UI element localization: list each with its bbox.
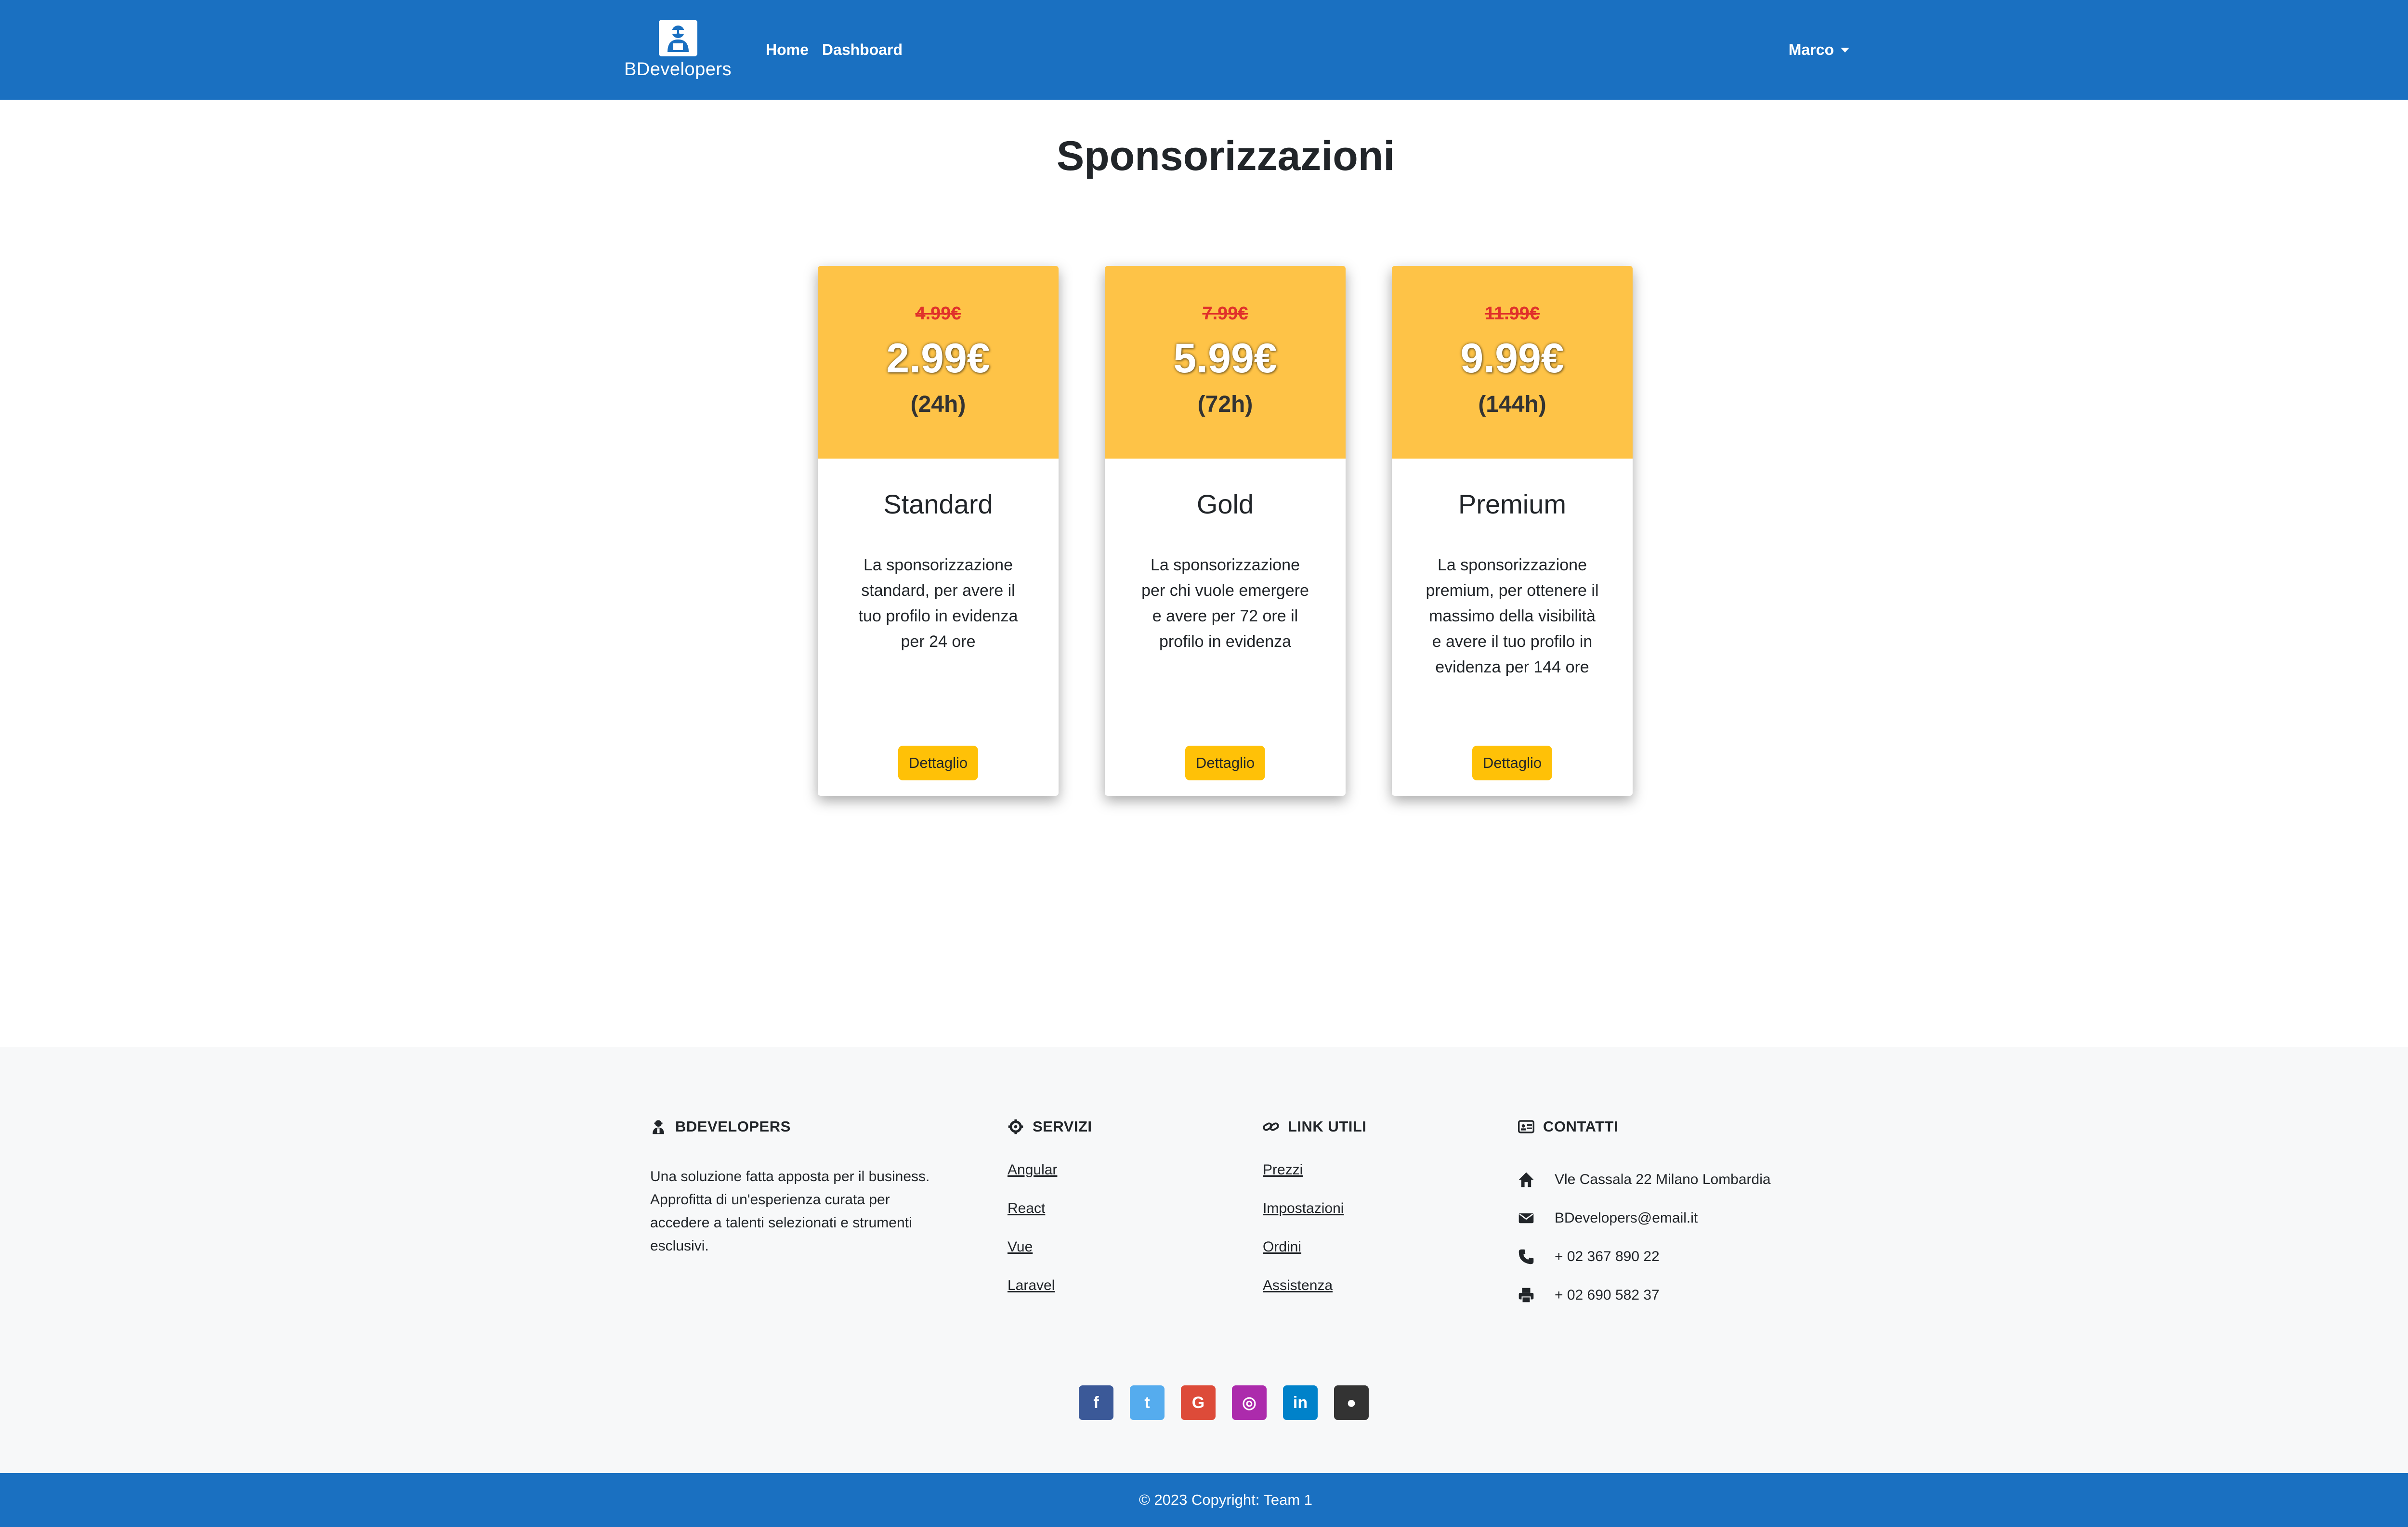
footer-services-title: SERVIZI	[1033, 1118, 1092, 1135]
footer-link-react[interactable]: React	[1008, 1199, 1092, 1237]
user-name: Marco	[1788, 41, 1834, 58]
footer: BDEVELOPERS Una soluzione fatta apposta …	[0, 1047, 2408, 1473]
plan-price-header: 7.99€ 5.99€ (72h)	[1105, 266, 1346, 459]
plan-body: Standard La sponsorizzazione standard, p…	[818, 459, 1059, 796]
plan-name: Gold	[1196, 489, 1254, 519]
user-secret-icon	[653, 1120, 664, 1134]
plan-price-header: 4.99€ 2.99€ (24h)	[818, 266, 1059, 459]
footer-contacts: CONTATTI Vle Cassala 22 Milano Lombardia…	[1518, 1118, 1771, 1315]
nav-home[interactable]: Home	[766, 41, 809, 59]
contact-email-text: BDevelopers@email.it	[1555, 1210, 1698, 1226]
plan-duration: (144h)	[1478, 392, 1546, 417]
social-buttons: f t G ◎ in ●	[1079, 1385, 1369, 1420]
plan-name: Premium	[1458, 489, 1567, 519]
current-price: 9.99€	[1460, 335, 1564, 382]
nav-dashboard[interactable]: Dashboard	[822, 41, 903, 59]
plan-description: La sponsorizzazione per chi vuole emerge…	[1141, 556, 1309, 651]
footer-link-vue[interactable]: Vue	[1008, 1237, 1092, 1276]
brand-name: BDevelopers	[624, 59, 732, 79]
copyright-bar: © 2023 Copyright: Team 1	[0, 1473, 2408, 1527]
contact-fax: + 02 690 582 37	[1518, 1276, 1771, 1315]
plan-duration: (24h)	[910, 392, 966, 417]
instagram-icon[interactable]: ◎	[1232, 1385, 1267, 1420]
print-icon	[1518, 1288, 1534, 1303]
envelope-icon	[1518, 1213, 1534, 1224]
contact-fax-text: + 02 690 582 37	[1555, 1287, 1660, 1303]
link-icon	[1263, 1122, 1279, 1131]
page-title: Sponsorizzazioni	[1056, 133, 1395, 179]
chevron-down-icon	[1841, 47, 1849, 53]
footer-link-angular[interactable]: Angular	[1008, 1160, 1092, 1199]
footer-services: SERVIZI Angular React Vue Laravel	[1008, 1118, 1092, 1315]
linkedin-icon[interactable]: in	[1283, 1385, 1318, 1420]
facebook-icon[interactable]: f	[1079, 1385, 1113, 1420]
google-icon[interactable]: G	[1181, 1385, 1216, 1420]
footer-contacts-heading: CONTATTI	[1518, 1118, 1771, 1135]
footer-contacts-title: CONTATTI	[1543, 1118, 1619, 1135]
current-price: 2.99€	[886, 335, 990, 382]
footer-services-links: Angular React Vue Laravel	[1008, 1160, 1092, 1315]
plan-description: La sponsorizzazione premium, per ottener…	[1426, 556, 1599, 676]
plan-body: Premium La sponsorizzazione premium, per…	[1392, 459, 1633, 796]
address-card-icon	[1518, 1120, 1534, 1133]
developer-avatar-icon	[658, 20, 697, 56]
github-icon[interactable]: ●	[1334, 1385, 1369, 1420]
detail-button-premium[interactable]: Dettaglio	[1472, 746, 1553, 780]
plan-price-header: 11.99€ 9.99€ (144h)	[1392, 266, 1633, 459]
footer-link-assistenza[interactable]: Assistenza	[1263, 1276, 1366, 1315]
footer-services-heading: SERVIZI	[1008, 1118, 1092, 1135]
footer-about: BDEVELOPERS Una soluzione fatta apposta …	[650, 1118, 934, 1258]
current-price: 5.99€	[1173, 335, 1277, 382]
gear-icon	[1008, 1119, 1023, 1134]
footer-link-laravel[interactable]: Laravel	[1008, 1276, 1092, 1315]
twitter-icon[interactable]: t	[1130, 1385, 1165, 1420]
plan-name: Standard	[883, 489, 993, 519]
phone-icon	[1518, 1249, 1534, 1264]
contact-phone: + 02 367 890 22	[1518, 1237, 1771, 1276]
old-price: 7.99€	[1202, 303, 1248, 324]
footer-useful-links: LINK UTILI Prezzi Impostazioni Ordini As…	[1263, 1118, 1366, 1315]
plan-card-gold: 7.99€ 5.99€ (72h) Gold La sponsorizzazio…	[1105, 266, 1346, 796]
plan-card-premium: 11.99€ 9.99€ (144h) Premium La sponsoriz…	[1392, 266, 1633, 796]
footer-link-ordini[interactable]: Ordini	[1263, 1237, 1366, 1276]
footer-about-title: BDEVELOPERS	[675, 1118, 791, 1135]
home-icon	[1518, 1172, 1534, 1187]
plan-body: Gold La sponsorizzazione per chi vuole e…	[1105, 459, 1346, 796]
footer-about-heading: BDEVELOPERS	[650, 1118, 934, 1135]
plan-description: La sponsorizzazione standard, per avere …	[858, 556, 1018, 651]
old-price: 11.99€	[1484, 303, 1540, 324]
footer-useful-title: LINK UTILI	[1288, 1118, 1367, 1135]
plan-card-standard: 4.99€ 2.99€ (24h) Standard La sponsorizz…	[818, 266, 1059, 796]
plan-duration: (72h)	[1197, 392, 1253, 417]
contact-address-text: Vle Cassala 22 Milano Lombardia	[1555, 1172, 1771, 1187]
footer-link-prezzi[interactable]: Prezzi	[1263, 1160, 1366, 1199]
footer-useful-list: Prezzi Impostazioni Ordini Assistenza	[1263, 1160, 1366, 1315]
navbar-inner: BDevelopers Home Dashboard Marco	[619, 0, 1849, 100]
footer-contacts-list: Vle Cassala 22 Milano Lombardia BDevelop…	[1518, 1160, 1771, 1315]
footer-link-impostazioni[interactable]: Impostazioni	[1263, 1199, 1366, 1237]
contact-address: Vle Cassala 22 Milano Lombardia	[1518, 1160, 1771, 1199]
contact-phone-text: + 02 367 890 22	[1555, 1249, 1660, 1264]
contact-email: BDevelopers@email.it	[1518, 1199, 1771, 1237]
detail-button-gold[interactable]: Dettaglio	[1185, 746, 1266, 780]
detail-button-standard[interactable]: Dettaglio	[898, 746, 979, 780]
footer-about-text: Una soluzione fatta apposta per il busin…	[650, 1169, 930, 1254]
old-price: 4.99€	[915, 303, 961, 324]
navbar: BDevelopers Home Dashboard Marco	[0, 0, 2408, 100]
user-dropdown[interactable]: Marco	[1789, 41, 1849, 59]
brand-logo-link[interactable]: BDevelopers	[619, 20, 737, 80]
footer-useful-heading: LINK UTILI	[1263, 1118, 1366, 1135]
